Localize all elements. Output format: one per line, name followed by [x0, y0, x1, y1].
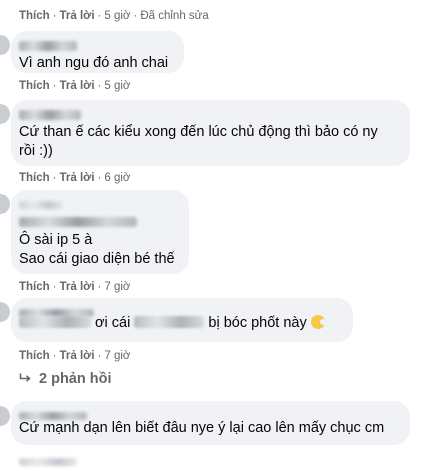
commenter-name-blurred[interactable]: [19, 196, 179, 210]
comment-text: ơi cái bị bóc phốt này: [19, 314, 343, 333]
comment-actions: Thích · Trả lời · 7 giờ: [19, 350, 131, 362]
like-link[interactable]: Thích: [19, 10, 50, 22]
blurred-mention[interactable]: [134, 316, 205, 328]
timestamp[interactable]: 6 giờ: [104, 172, 130, 184]
comment-actions: Thích · Trả lời · 7 giờ: [19, 281, 131, 293]
reply-link[interactable]: Trả lời: [60, 172, 95, 184]
comment-text: Vì anh ngu đó anh chai: [19, 55, 169, 71]
timestamp[interactable]: 7 giờ: [104, 281, 130, 293]
replies-count-label: 2 phản hồi: [39, 371, 112, 387]
timestamp[interactable]: 7 giờ: [104, 350, 130, 362]
avatar[interactable]: [0, 104, 10, 124]
comment-text-line: Sao cái giao diện bé thế: [19, 251, 175, 267]
comment-actions: Thích · Trả lời · 6 giờ: [19, 172, 131, 184]
like-link[interactable]: Thích: [19, 281, 50, 293]
reply-arrow-icon: [19, 371, 31, 387]
comment-actions: Thích · Trả lời · 5 giờ · Đã chỉnh sửa: [19, 10, 209, 22]
comment-bubble: Cứ than ế các kiểu xong đến lúc chủ động…: [11, 100, 410, 166]
reply-link[interactable]: Trả lời: [60, 281, 95, 293]
blurred-mention: [19, 213, 179, 227]
comment-text-line: Ô sài ip 5 à: [19, 232, 93, 248]
comment-bubble: Ô sài ip 5 à Sao cái giao diện bé thế: [11, 190, 189, 274]
comment-text-line: Cứ than ế các kiểu xong đến lúc chủ động…: [19, 124, 378, 140]
emoji-icon: [310, 315, 326, 329]
commenter-name-blurred[interactable]: [19, 407, 400, 420]
comment-bubble: ơi cái bị bóc phốt này: [11, 298, 353, 342]
blurred-mention[interactable]: [19, 316, 91, 328]
comment-actions-blurred: [19, 453, 77, 471]
commenter-name-blurred[interactable]: [19, 304, 343, 317]
avatar[interactable]: [0, 406, 10, 426]
timestamp[interactable]: 5 giờ: [104, 80, 130, 92]
reply-link[interactable]: Trả lời: [60, 350, 95, 362]
avatar[interactable]: [0, 194, 10, 214]
comment-actions: Thích · Trả lời · 5 giờ: [19, 80, 131, 92]
comment-text: Cứ mạnh dạn lên biết đâu nye ý lại cao l…: [19, 420, 385, 436]
reply-link[interactable]: Trả lời: [60, 10, 95, 22]
view-replies-link[interactable]: 2 phản hồi: [19, 371, 112, 387]
commenter-name-blurred[interactable]: [19, 37, 174, 51]
comment-text-line: rồi :)): [19, 143, 53, 159]
avatar[interactable]: [0, 35, 10, 55]
commenter-name-blurred[interactable]: [19, 106, 400, 120]
like-link[interactable]: Thích: [19, 172, 50, 184]
avatar[interactable]: [0, 302, 10, 322]
timestamp[interactable]: 5 giờ: [104, 10, 130, 22]
edited-label: Đã chỉnh sửa: [140, 10, 209, 22]
comment-bubble: Vì anh ngu đó anh chai: [11, 31, 184, 73]
like-link[interactable]: Thích: [19, 350, 50, 362]
like-link[interactable]: Thích: [19, 80, 50, 92]
comment-bubble: Cứ mạnh dạn lên biết đâu nye ý lại cao l…: [11, 401, 410, 445]
reply-link[interactable]: Trả lời: [60, 80, 95, 92]
